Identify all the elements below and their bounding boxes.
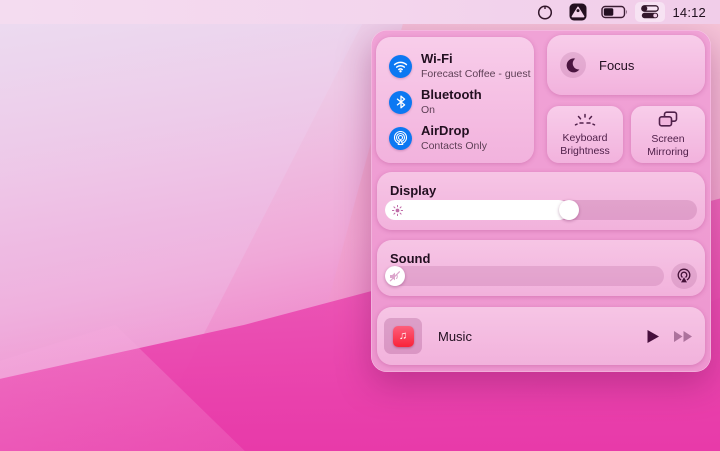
- keyboard-brightness-label: Keyboard Brightness: [560, 132, 610, 158]
- speaker-muted-icon: [389, 271, 401, 282]
- control-center-icon[interactable]: [635, 2, 665, 22]
- airplay-audio-button[interactable]: [671, 263, 697, 289]
- music-card[interactable]: ♫ Music: [377, 307, 705, 365]
- wifi-title: Wi-Fi: [421, 52, 531, 67]
- fast-forward-button[interactable]: [673, 330, 693, 343]
- brightness-sun-icon: [392, 205, 403, 216]
- airdrop-icon[interactable]: [389, 127, 412, 150]
- moon-icon[interactable]: [560, 52, 586, 78]
- screen-mirroring-tile[interactable]: Screen Mirroring: [631, 106, 705, 163]
- connectivity-card: Wi-Fi Forecast Coffee - guest Bluetooth …: [376, 37, 534, 163]
- keyboard-brightness-tile[interactable]: Keyboard Brightness: [547, 106, 623, 163]
- bluetooth-icon[interactable]: [389, 91, 412, 114]
- battery-icon[interactable]: [601, 5, 629, 19]
- screen-mirroring-label: Screen Mirroring: [647, 133, 688, 159]
- triangle-app-icon[interactable]: [569, 3, 587, 21]
- desktop-screen: 14:12 Wi-Fi Forecast Coffee - guest: [0, 0, 720, 451]
- display-card: Display: [377, 172, 705, 230]
- display-slider-fill: [385, 200, 569, 220]
- music-app-icon: ♫: [393, 326, 414, 347]
- bluetooth-subtitle: On: [421, 104, 482, 116]
- sound-slider-knob[interactable]: [385, 266, 405, 286]
- control-center-panel: Wi-Fi Forecast Coffee - guest Bluetooth …: [371, 30, 711, 372]
- wifi-subtitle: Forecast Coffee - guest: [421, 68, 531, 80]
- menu-bar-clock[interactable]: 14:12: [672, 5, 706, 20]
- bluetooth-title: Bluetooth: [421, 88, 482, 103]
- music-title: Music: [438, 329, 472, 344]
- keyboard-brightness-icon: [572, 112, 598, 127]
- display-slider-knob[interactable]: [559, 200, 579, 220]
- focus-card[interactable]: Focus: [547, 35, 705, 95]
- wifi-row[interactable]: Wi-Fi Forecast Coffee - guest: [389, 49, 534, 83]
- sound-card: Sound: [377, 240, 705, 296]
- wifi-icon[interactable]: [389, 55, 412, 78]
- sound-label: Sound: [390, 251, 430, 266]
- play-button[interactable]: [646, 329, 660, 344]
- menu-bar: 14:12: [0, 0, 720, 24]
- display-brightness-slider[interactable]: [385, 200, 697, 220]
- airdrop-title: AirDrop: [421, 124, 487, 139]
- airdrop-row[interactable]: AirDrop Contacts Only: [389, 121, 534, 155]
- focus-label: Focus: [599, 58, 634, 73]
- screen-mirroring-icon: [658, 111, 678, 128]
- bluetooth-row[interactable]: Bluetooth On: [389, 85, 534, 119]
- music-artwork: ♫: [384, 318, 422, 354]
- circle-status-icon[interactable]: [537, 4, 553, 20]
- display-label: Display: [390, 183, 436, 198]
- airplay-audio-icon: [676, 268, 692, 284]
- sound-volume-slider[interactable]: [385, 266, 664, 286]
- airdrop-subtitle: Contacts Only: [421, 140, 487, 152]
